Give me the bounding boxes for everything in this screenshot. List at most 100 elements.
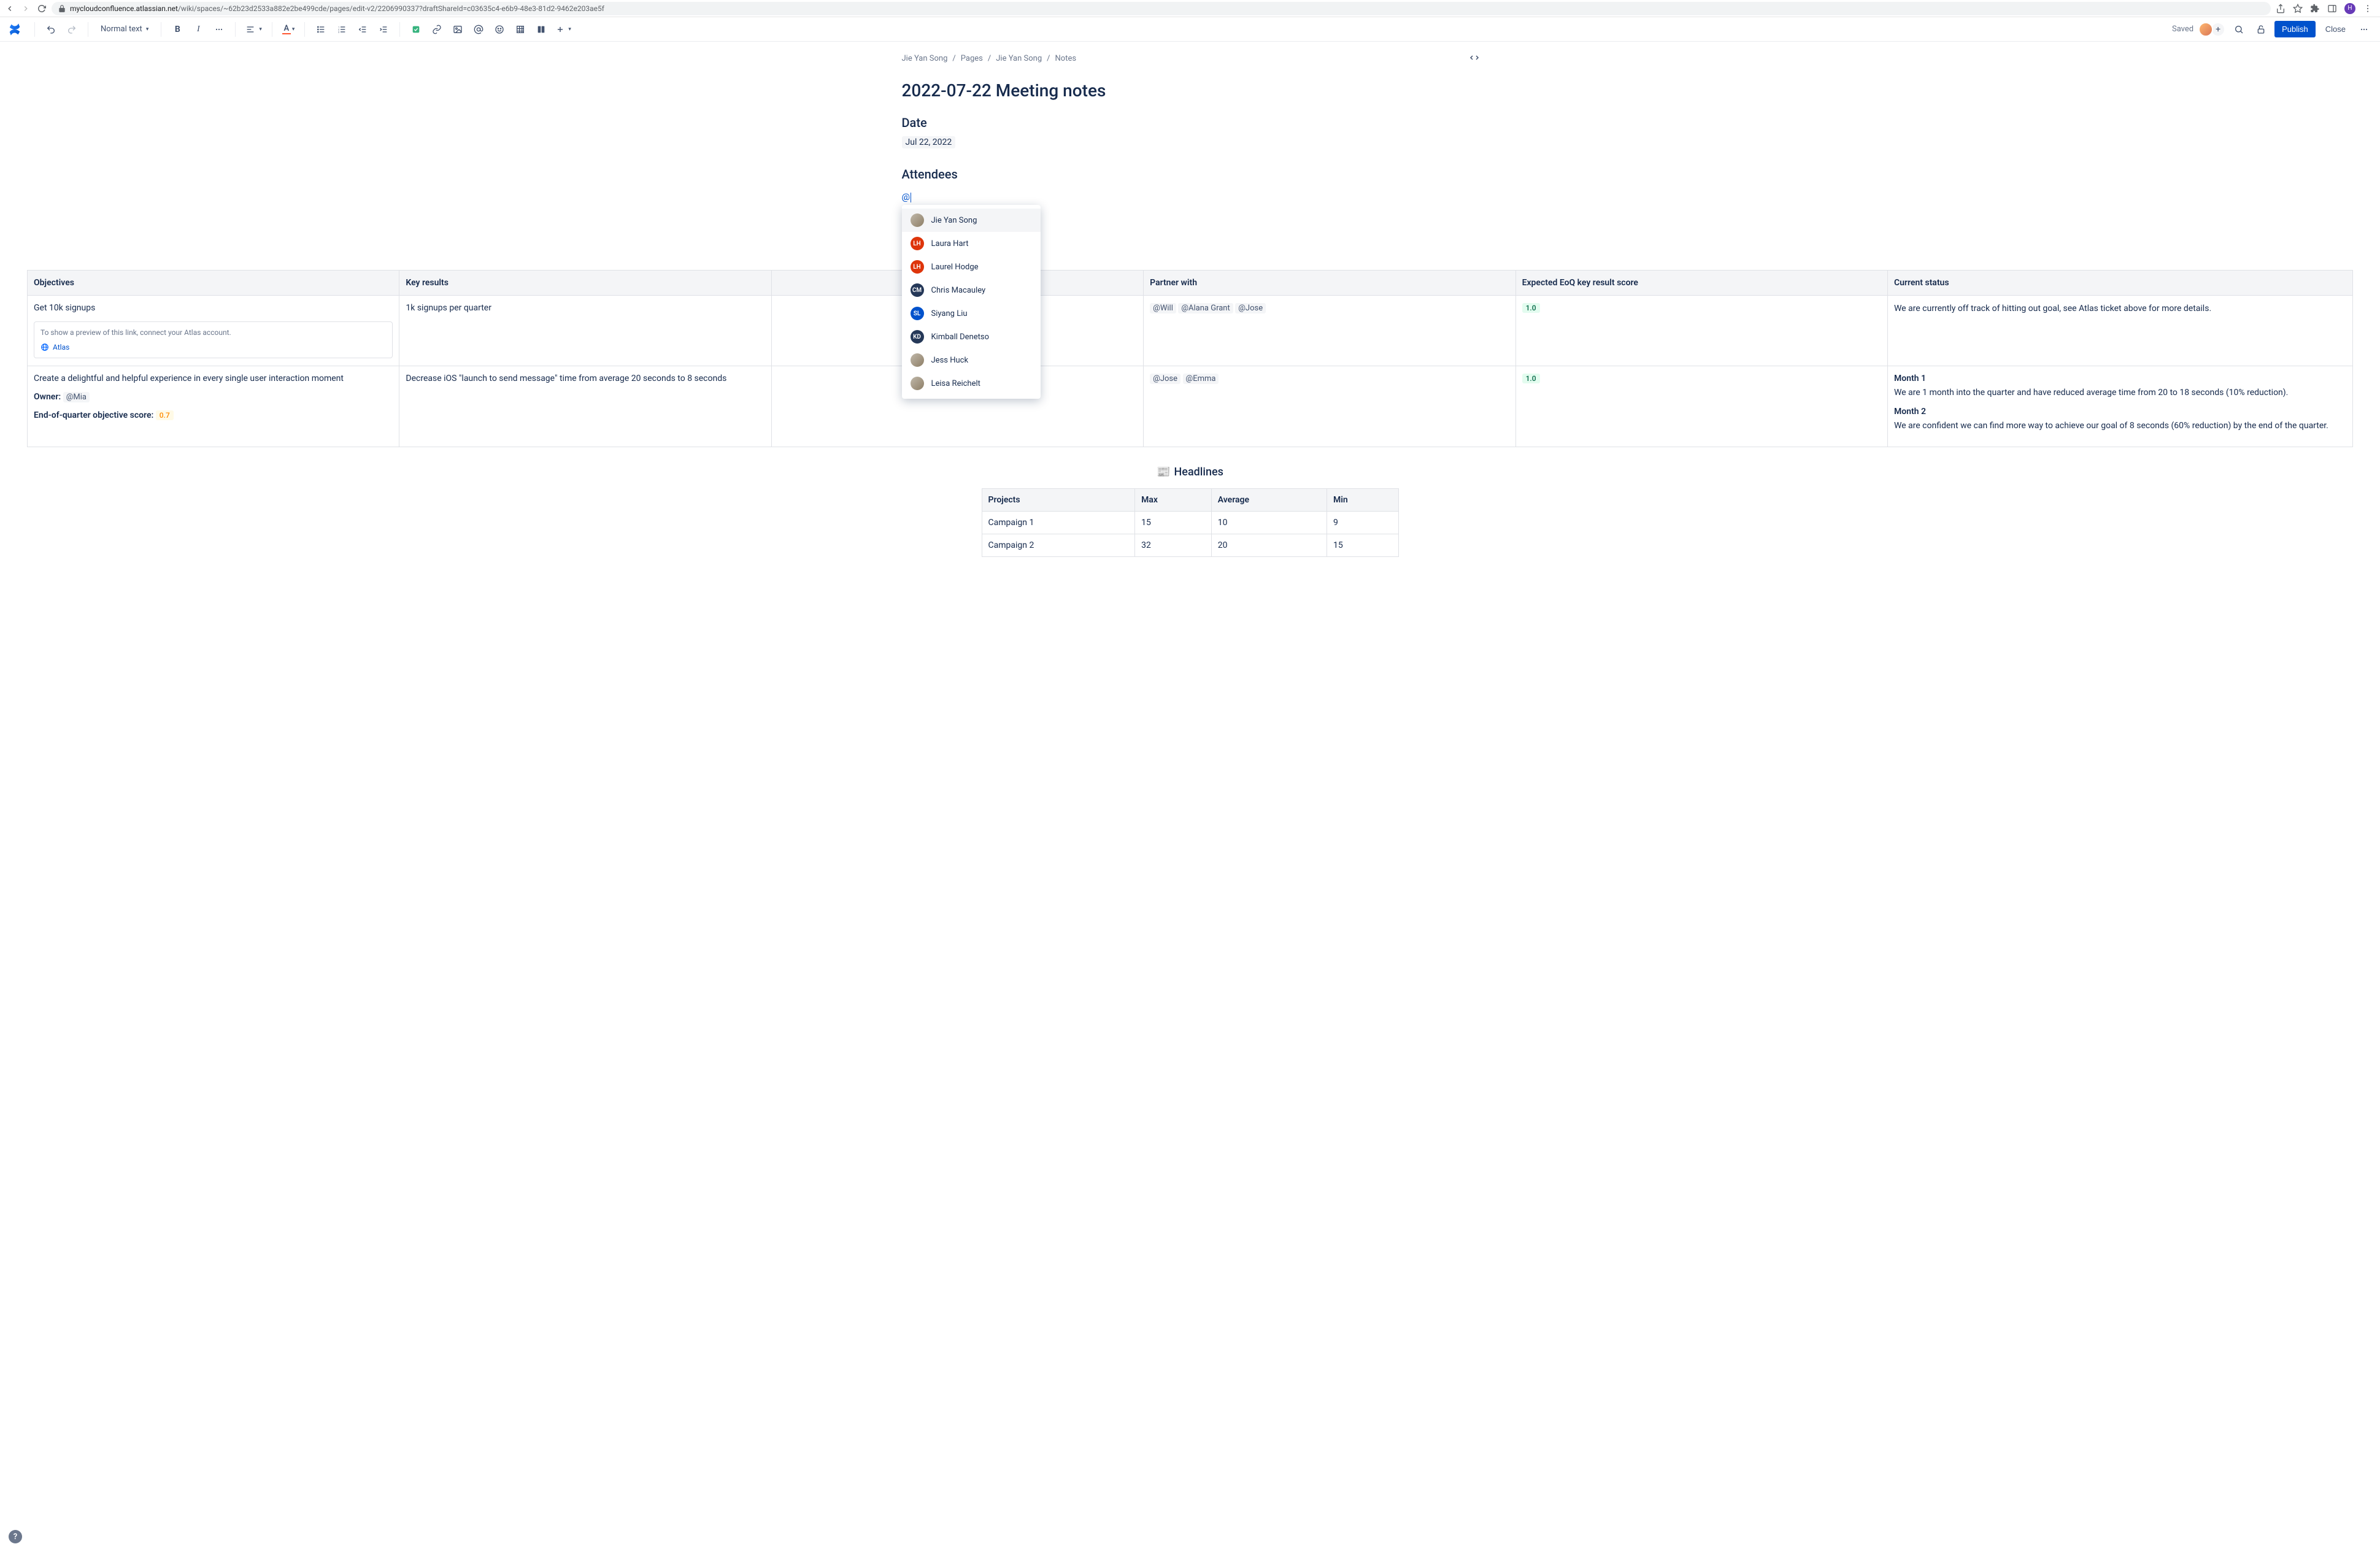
mention-popup-item[interactable]: SLSiyang Liu (902, 302, 1041, 325)
editor-toolbar: Normal text ▾ B I ▾ A ▾ 123 (0, 17, 2380, 42)
headlines-heading[interactable]: 📰 Headlines (0, 466, 2380, 478)
breadcrumb-item[interactable]: Jie Yan Song (996, 54, 1042, 63)
mention-input[interactable]: @ Jie Yan SongLHLaura HartLHLaurel Hodge… (902, 191, 911, 202)
cell-score[interactable]: 1.0 (1515, 296, 1887, 366)
italic-button[interactable]: I (190, 21, 207, 38)
breadcrumb-item[interactable]: Notes (1055, 54, 1077, 63)
layouts-button[interactable] (533, 21, 550, 38)
mention-pill[interactable]: @Jose (1235, 303, 1266, 313)
emoji-button[interactable] (491, 21, 508, 38)
okr-table[interactable]: Objectives Key results Partner with Expe… (27, 270, 2353, 447)
mention-popup-item[interactable]: LHLaura Hart (902, 232, 1041, 255)
bookmark-star-icon[interactable] (2293, 4, 2303, 13)
confluence-logo[interactable] (7, 22, 22, 37)
mention-popup-item[interactable]: Jess Huck (902, 348, 1041, 372)
side-panel-icon[interactable] (2327, 4, 2337, 13)
browser-back-button[interactable] (5, 4, 15, 13)
numbered-list-button[interactable]: 123 (333, 21, 350, 38)
help-button[interactable]: ? (9, 1530, 22, 1543)
link-button[interactable] (428, 21, 445, 38)
close-button[interactable]: Close (2320, 21, 2351, 37)
mention-item-name: Siyang Liu (931, 309, 968, 318)
bold-button[interactable]: B (169, 21, 186, 38)
cell-partners[interactable]: @Will @Alana Grant @Jose (1144, 296, 1515, 366)
date-heading[interactable]: Date (902, 115, 1479, 130)
cell-objective[interactable]: Get 10k signups To show a preview of thi… (28, 296, 399, 366)
browser-profile-avatar[interactable]: H (2344, 3, 2355, 14)
atlas-link[interactable]: Atlas (40, 343, 386, 352)
mention-popup-item[interactable]: CMChris Macauley (902, 279, 1041, 302)
image-button[interactable] (449, 21, 466, 38)
find-replace-button[interactable] (2230, 21, 2247, 38)
cell[interactable]: 9 (1327, 512, 1398, 534)
atlas-smart-card[interactable]: To show a preview of this link, connect … (34, 321, 393, 358)
redo-button[interactable] (63, 21, 80, 38)
browser-url-bar[interactable]: mycloudconfluence.atlassian.net/wiki/spa… (52, 2, 2271, 15)
mention-popup-item[interactable]: Leisa Reichelt (902, 372, 1041, 395)
mention-button[interactable] (470, 21, 487, 38)
cell-objective[interactable]: Create a delightful and helpful experien… (28, 366, 399, 447)
extensions-icon[interactable] (2310, 4, 2320, 13)
col-status[interactable]: Current status (1887, 271, 2352, 296)
mention-popup-item[interactable]: LHLaurel Hodge (902, 255, 1041, 279)
cell-key-result[interactable]: 1k signups per quarter (399, 296, 771, 366)
mention-pill[interactable]: @Jose (1150, 374, 1180, 384)
table-button[interactable] (512, 21, 529, 38)
cell[interactable]: 32 (1135, 534, 1212, 557)
collaborators[interactable]: + (2201, 22, 2225, 37)
undo-button[interactable] (42, 21, 60, 38)
insert-more-button[interactable]: ▾ (553, 21, 574, 38)
breadcrumb-item[interactable]: Pages (961, 54, 983, 63)
mention-pill[interactable]: @Will (1150, 303, 1176, 313)
page-title[interactable]: 2022-07-22 Meeting notes (902, 80, 1479, 101)
cell-status[interactable]: Month 1 We are 1 month into the quarter … (1887, 366, 2352, 447)
width-toggle-button[interactable] (1469, 54, 1480, 64)
mention-popup-item[interactable]: KDKimball Denetso (902, 325, 1041, 348)
chevron-down-icon: ▾ (568, 26, 571, 33)
mention-pill[interactable]: @Emma (1183, 374, 1219, 384)
bullet-list-button[interactable] (312, 21, 329, 38)
outdent-button[interactable] (354, 21, 371, 38)
cell[interactable]: 20 (1211, 534, 1327, 557)
text-style-select[interactable]: Normal text ▾ (96, 21, 153, 38)
table-row: Create a delightful and helpful experien… (28, 366, 2353, 447)
col-score[interactable]: Expected EoQ key result score (1515, 271, 1887, 296)
cell[interactable]: 15 (1135, 512, 1212, 534)
more-actions-button[interactable] (2355, 21, 2373, 38)
cell-score[interactable]: 1.0 (1515, 366, 1887, 447)
cell[interactable]: 15 (1327, 534, 1398, 557)
mention-popup-item[interactable]: Jie Yan Song (902, 209, 1041, 232)
col-max[interactable]: Max (1135, 489, 1212, 512)
mention-pill[interactable]: @Alana Grant (1178, 303, 1233, 313)
more-formatting-button[interactable] (210, 21, 228, 38)
publish-button[interactable]: Publish (2274, 21, 2316, 37)
cell-status[interactable]: We are currently off track of hitting ou… (1887, 296, 2352, 366)
text-color-button[interactable]: A ▾ (280, 21, 298, 38)
browser-kebab-icon[interactable] (2363, 4, 2373, 13)
date-value[interactable]: Jul 22, 2022 (902, 136, 956, 148)
browser-reload-button[interactable] (37, 4, 47, 13)
share-icon[interactable] (2276, 4, 2286, 13)
cell-partners[interactable]: @Jose @Emma (1144, 366, 1515, 447)
cell[interactable]: 10 (1211, 512, 1327, 534)
restrictions-button[interactable] (2252, 21, 2270, 38)
col-average[interactable]: Average (1211, 489, 1327, 512)
col-partner[interactable]: Partner with (1144, 271, 1515, 296)
cell-key-result[interactable]: Decrease iOS "launch to send message" ti… (399, 366, 771, 447)
mention-pill[interactable]: @Mia (63, 392, 90, 402)
indent-button[interactable] (375, 21, 392, 38)
cell[interactable]: Campaign 2 (982, 534, 1135, 557)
mention-item-name: Chris Macauley (931, 286, 986, 295)
col-projects[interactable]: Projects (982, 489, 1135, 512)
attendees-heading[interactable]: Attendees (902, 167, 1479, 182)
breadcrumb-item[interactable]: Jie Yan Song (902, 54, 948, 63)
collaborator-avatar[interactable] (2198, 22, 2213, 37)
col-min[interactable]: Min (1327, 489, 1398, 512)
browser-forward-button[interactable] (21, 4, 31, 13)
cell[interactable]: Campaign 1 (982, 512, 1135, 534)
action-item-button[interactable] (407, 21, 425, 38)
col-key-results[interactable]: Key results (399, 271, 771, 296)
col-objectives[interactable]: Objectives (28, 271, 399, 296)
alignment-button[interactable]: ▾ (243, 21, 264, 38)
headlines-table[interactable]: Projects Max Average Min Campaign 115109… (982, 488, 1399, 557)
